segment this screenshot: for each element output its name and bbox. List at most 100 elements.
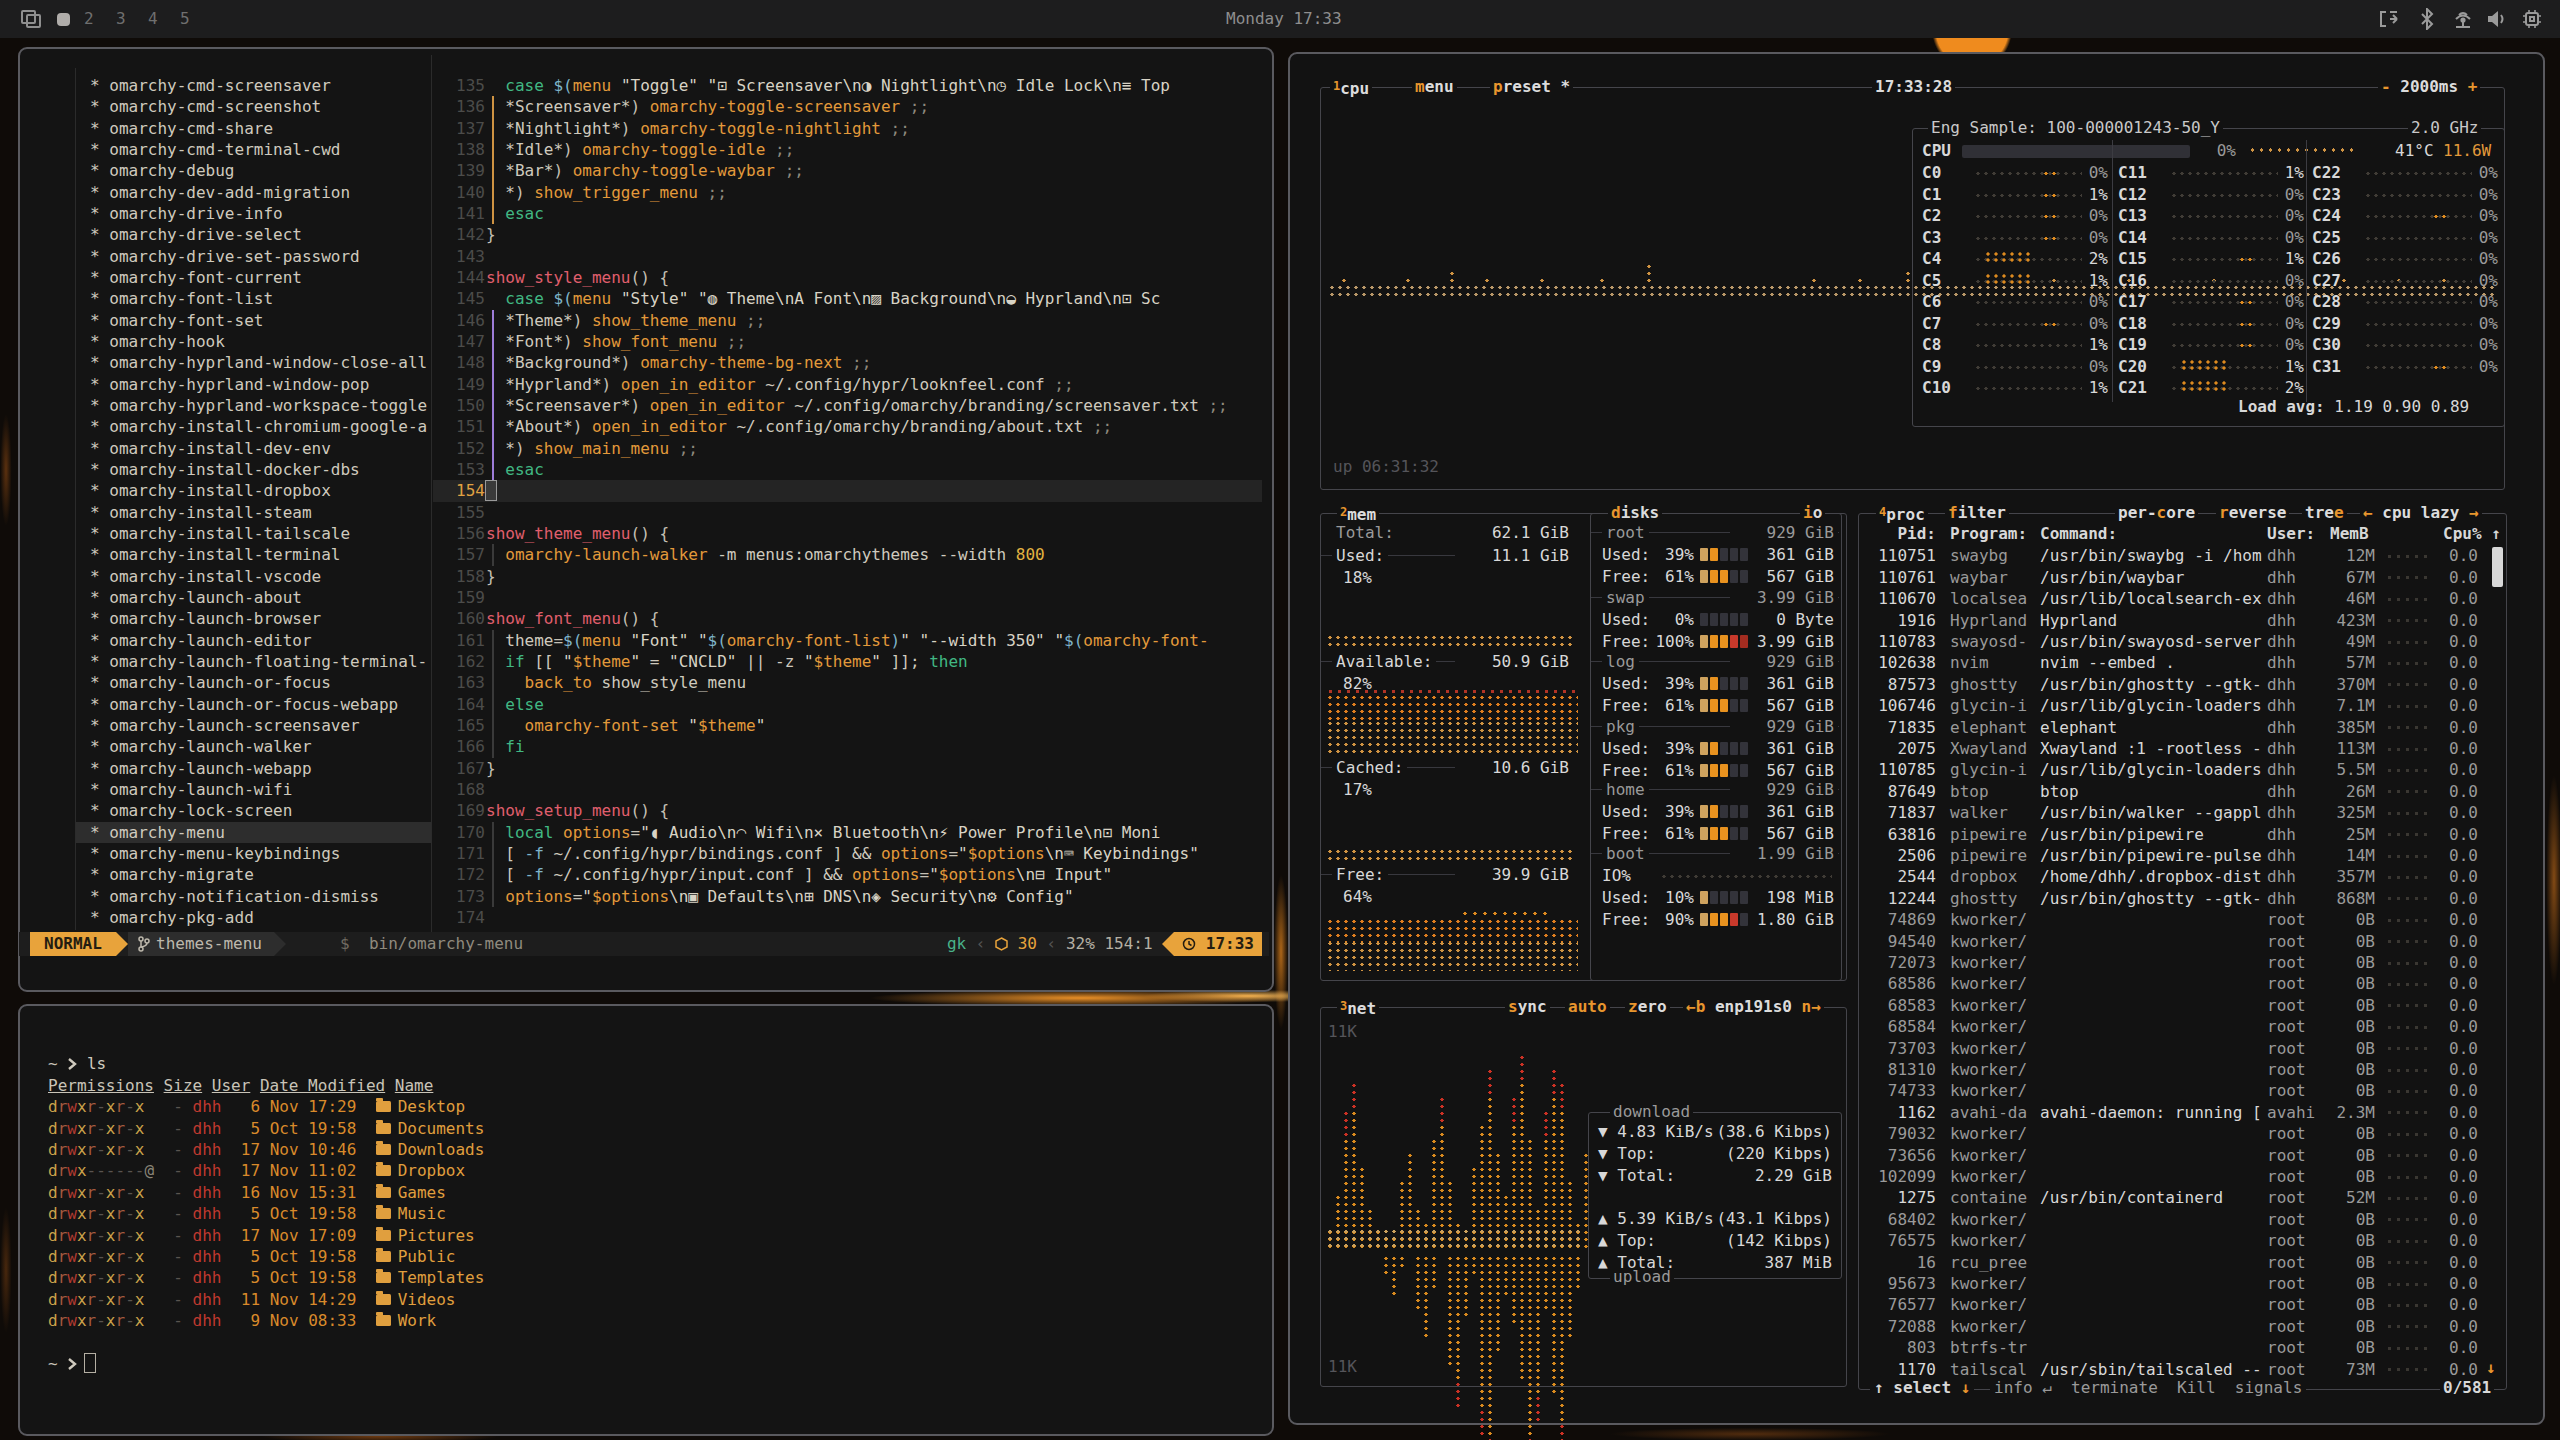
file-list-item[interactable]: * omarchy-launch-webapp — [90, 758, 312, 779]
workspace-4[interactable]: 4 — [148, 8, 158, 29]
proc-cpu-history — [2385, 981, 2433, 987]
proc-cpu-history — [2385, 1152, 2433, 1158]
statusline-right: gk ‹ 30 ‹ 32% 154:1 17:33 — [947, 932, 1262, 956]
interval-control[interactable]: - 2000ms + — [2378, 76, 2480, 97]
proc-filter[interactable]: filter — [1945, 502, 2009, 523]
workspace-5[interactable]: 5 — [180, 8, 190, 29]
proc-header-program[interactable]: Program: — [1950, 523, 2027, 544]
core-label: C22 — [2312, 162, 2341, 183]
disks-io-toggle[interactable]: io — [1800, 502, 1825, 523]
proc-header-pid[interactable]: Pid: — [1870, 523, 1936, 544]
volume-icon[interactable] — [2486, 9, 2508, 29]
net-interface-switcher[interactable]: ←b enp191s0 n→ — [1683, 996, 1824, 1017]
cpu-icon[interactable] — [2522, 9, 2542, 29]
proc-program: kworker/ — [1950, 1080, 2027, 1101]
proc-mem: 67M — [2300, 567, 2375, 588]
workspace-2[interactable]: 2 — [84, 8, 94, 29]
net-scale-bottom: 11K — [1328, 1356, 1357, 1377]
workspace-3[interactable]: 3 — [116, 8, 126, 29]
file-list-item[interactable]: * omarchy-cmd-terminal-cwd — [90, 139, 340, 160]
screenshot-icon[interactable] — [20, 9, 42, 29]
screencast-icon[interactable] — [2378, 10, 2400, 28]
proc-header-user[interactable]: User: — [2267, 523, 2315, 544]
proc-scroll-down[interactable]: ↓ — [2486, 1357, 2496, 1378]
proc-header-cpu[interactable]: Cpu% ↑ — [2443, 523, 2501, 544]
clock[interactable]: Monday 17:33 — [1226, 8, 1342, 29]
preset-button[interactable]: preset * — [1490, 76, 1573, 97]
net-sync-toggle[interactable]: sync — [1505, 996, 1550, 1017]
proc-pid: 76577 — [1862, 1294, 1936, 1315]
proc-user: dhh — [2267, 717, 2296, 738]
net-down-column — [1518, 1054, 1524, 1250]
file-list-item[interactable]: * omarchy-lock-screen — [90, 800, 292, 821]
line-number: 166 — [455, 736, 485, 757]
file-list-item[interactable]: * omarchy-dev-add-migration — [90, 182, 350, 203]
file-list-item[interactable]: * omarchy-launch-walker — [90, 736, 312, 757]
file-list-item[interactable]: * omarchy-menu-keybindings — [90, 843, 340, 864]
net-up-column — [1574, 1255, 1580, 1290]
file-list-item[interactable]: * omarchy-install-tailscale — [90, 523, 350, 544]
file-list-item[interactable]: * omarchy-launch-editor — [90, 630, 312, 651]
file-list-item[interactable]: * omarchy-launch-browser — [90, 608, 321, 629]
file-list-item[interactable]: * omarchy-install-steam — [90, 502, 312, 523]
file-list-item[interactable]: * omarchy-hyprland-window-close-all — [90, 352, 427, 373]
folder-icon — [376, 1230, 391, 1241]
file-list-item[interactable]: * omarchy-font-list — [90, 288, 273, 309]
proc-cpu: 0.0 — [2430, 759, 2478, 780]
file-list-item[interactable]: * omarchy-launch-about — [90, 587, 302, 608]
file-list-item[interactable]: * omarchy-drive-set-password — [90, 246, 360, 267]
file-list-item[interactable]: * omarchy-hyprland-workspace-toggle — [90, 395, 427, 416]
file-list-item[interactable]: * omarchy-install-terminal — [90, 544, 340, 565]
file-list-item[interactable]: * omarchy-install-vscode — [90, 566, 321, 587]
proc-pid: 73703 — [1862, 1038, 1936, 1059]
workspace-1-active[interactable] — [57, 13, 70, 26]
net-down-column-peak — [1510, 1096, 1516, 1124]
file-list-item[interactable]: * omarchy-hook — [90, 331, 225, 352]
file-list-item[interactable]: * omarchy-cmd-share — [90, 118, 273, 139]
proc-reverse-toggle[interactable]: reverse — [2216, 502, 2289, 523]
proc-cpu-history — [2385, 831, 2433, 837]
file-list-item[interactable]: * omarchy-pkg-add — [90, 907, 254, 928]
disk-io-graph — [1660, 873, 1832, 879]
proc-cpu: 0.0 — [2430, 824, 2478, 845]
file-list-item[interactable]: * omarchy-hyprland-window-pop — [90, 374, 369, 395]
mem-stat-label: Free: — [1332, 864, 1388, 885]
proc-header-command[interactable]: Command: — [2040, 523, 2117, 544]
file-list-item[interactable]: * omarchy-install-chromium-google-a — [90, 416, 427, 437]
segment-arrow — [116, 932, 128, 956]
file-list-item[interactable]: * omarchy-notification-dismiss — [90, 886, 379, 907]
proc-program: ghostty — [1950, 888, 2017, 909]
file-list-item[interactable]: * omarchy-install-docker-dbs — [90, 459, 360, 480]
file-list-item[interactable]: * omarchy-debug — [90, 160, 235, 181]
disk-name: log — [1602, 651, 1639, 672]
proc-percore-toggle[interactable]: per-core — [2115, 502, 2198, 523]
file-list-item[interactable]: * omarchy-install-dev-env — [90, 438, 331, 459]
network-icon[interactable] — [2450, 9, 2476, 29]
proc-header-mem[interactable]: MemB — [2330, 523, 2369, 544]
file-list-item[interactable]: * omarchy-launch-floating-terminal- — [90, 651, 427, 672]
cpu-total-pct: 0% — [2200, 140, 2236, 161]
file-list-item[interactable]: * omarchy-launch-wifi — [90, 779, 292, 800]
proc-scrollbar[interactable] — [2492, 547, 2503, 587]
file-list-item[interactable]: * omarchy-font-current — [90, 267, 302, 288]
file-list-item[interactable]: * omarchy-cmd-screenshot — [90, 96, 321, 117]
bluetooth-icon[interactable] — [2420, 8, 2434, 30]
file-list-item[interactable]: * omarchy-font-set — [90, 310, 263, 331]
proc-program: waybar — [1950, 567, 2008, 588]
code-line: } — [486, 224, 496, 245]
menu-button[interactable]: menu — [1412, 76, 1457, 97]
file-list-item[interactable]: * omarchy-drive-info — [90, 203, 283, 224]
code-pane[interactable]: 135 case $(menu "Toggle" "⊡ Screensaver\… — [452, 47, 1264, 932]
net-zero-toggle[interactable]: zero — [1625, 996, 1670, 1017]
file-list-item[interactable]: * omarchy-launch-screensaver — [90, 715, 360, 736]
file-list-item[interactable]: * omarchy-launch-or-focus — [90, 672, 331, 693]
net-auto-toggle[interactable]: auto — [1565, 996, 1610, 1017]
file-list-item[interactable]: * omarchy-drive-select — [90, 224, 302, 245]
proc-sort-selector[interactable]: ← cpu lazy → — [2360, 502, 2482, 523]
file-list-item[interactable]: * omarchy-migrate — [90, 864, 254, 885]
file-list-item[interactable]: * omarchy-install-dropbox — [90, 480, 331, 501]
file-list-item[interactable]: * omarchy-menu — [90, 822, 225, 843]
proc-tree-toggle[interactable]: tree — [2302, 502, 2347, 523]
file-list-item[interactable]: * omarchy-launch-or-focus-webapp — [90, 694, 398, 715]
file-list-item[interactable]: * omarchy-cmd-screensaver — [90, 75, 331, 96]
